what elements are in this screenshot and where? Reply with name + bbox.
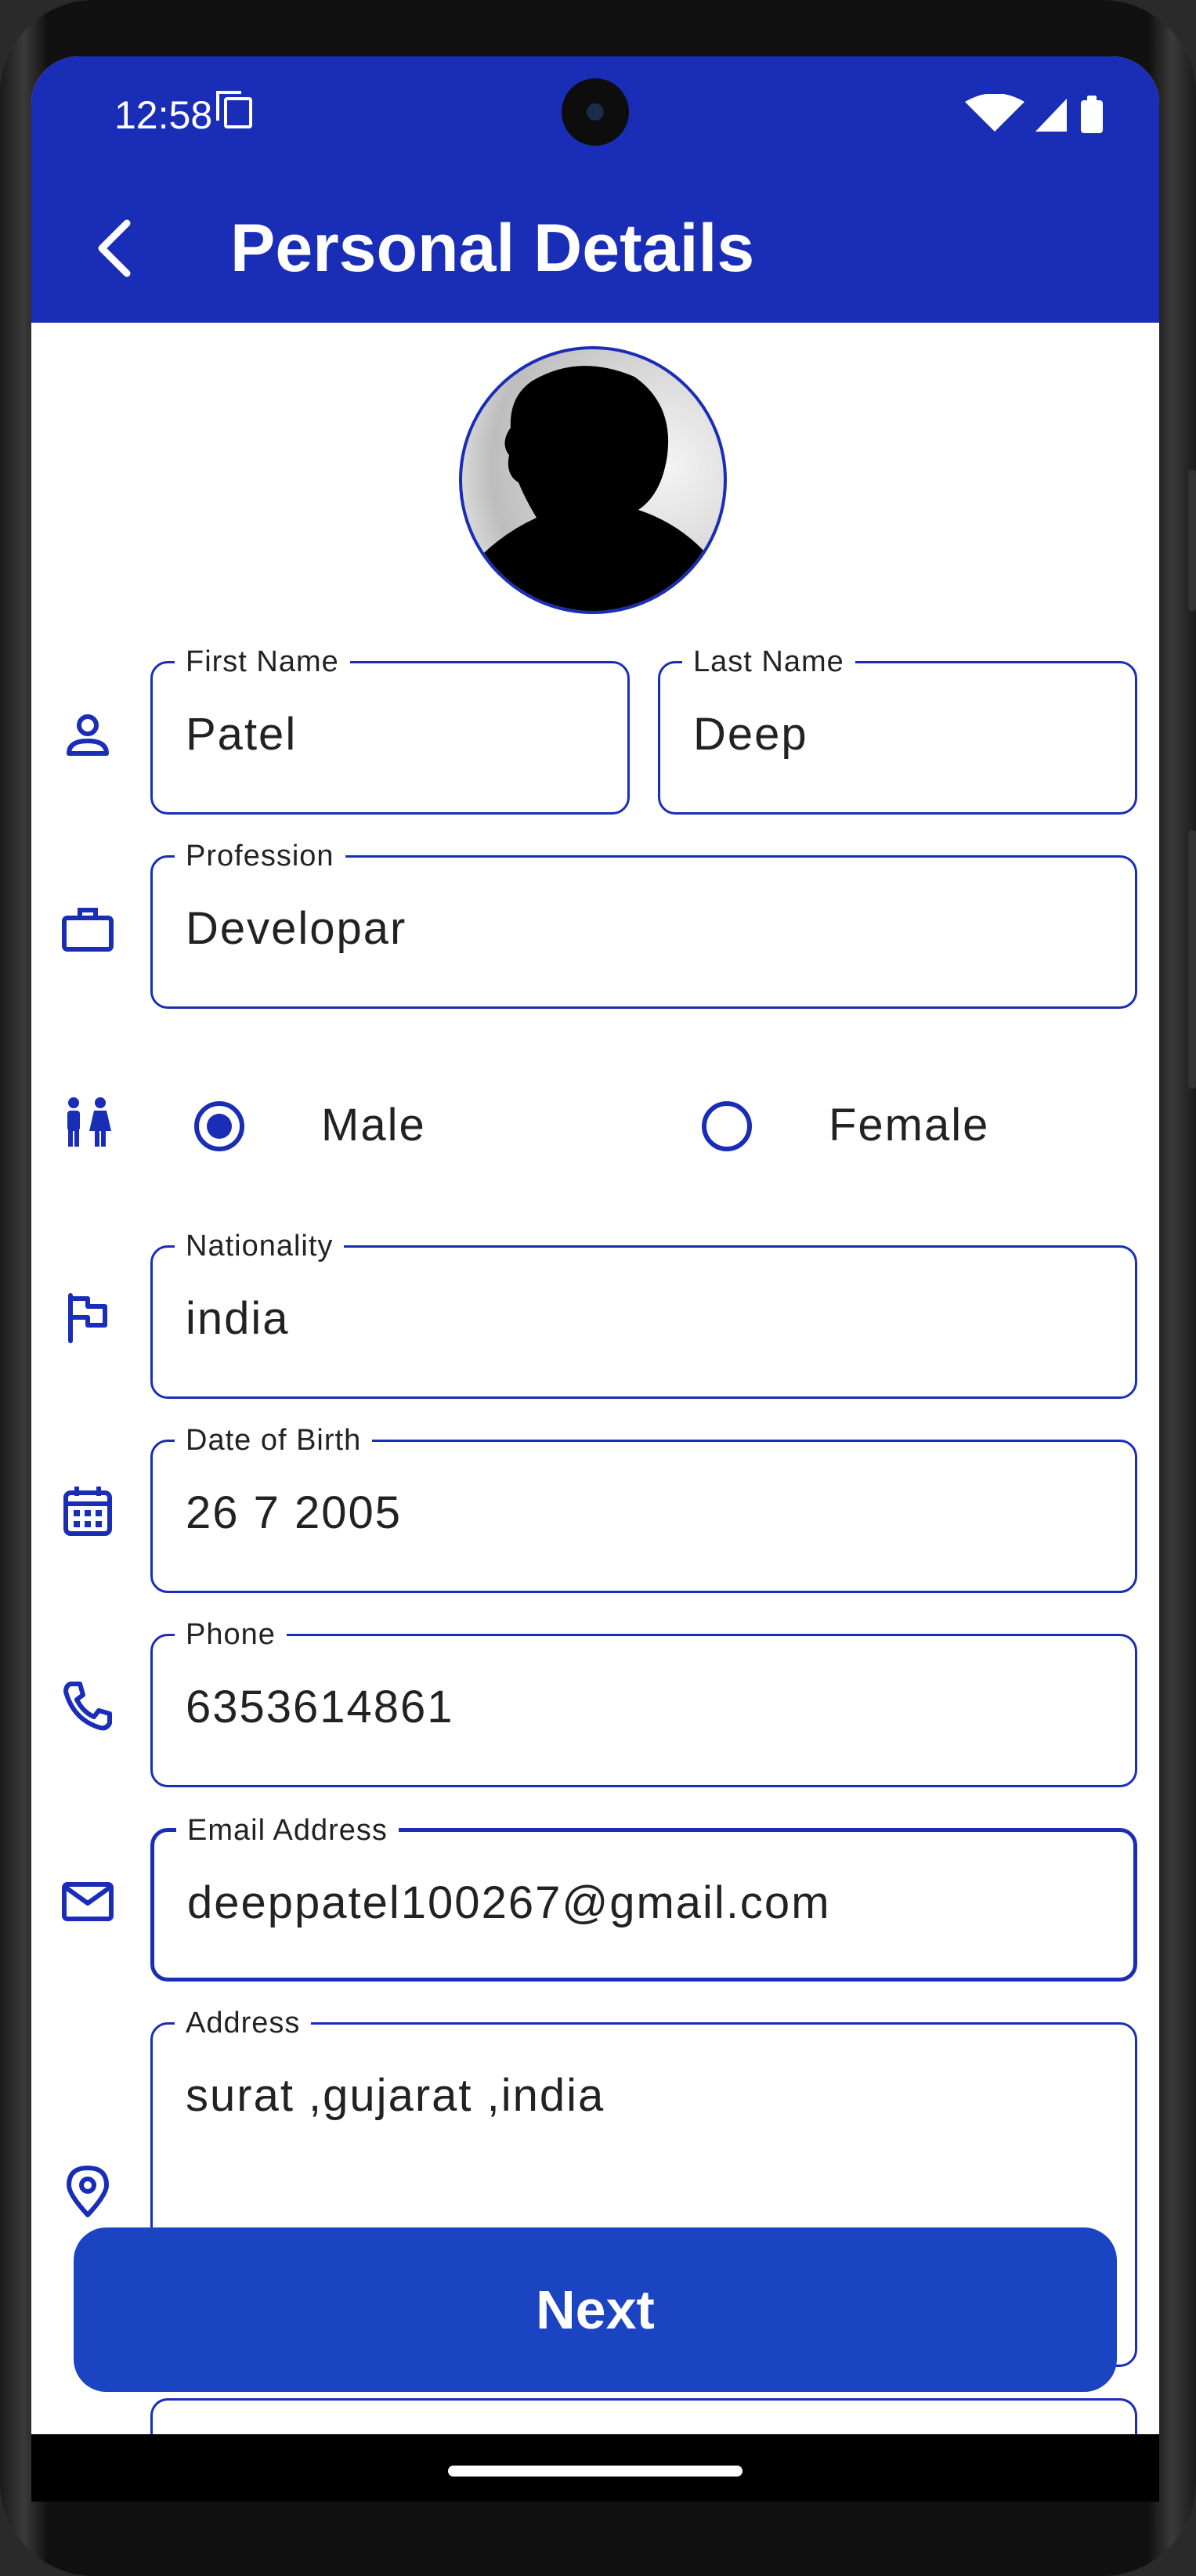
dob-label: Date of Birth — [175, 1423, 373, 1458]
dob-value: 26 7 2005 — [186, 1487, 403, 1538]
email-field[interactable]: Email Address deeppatel100267@gmail.com — [150, 1813, 1137, 1982]
profession-label: Profession — [175, 839, 345, 873]
profile-silhouette — [462, 366, 724, 611]
first-name-field[interactable]: First Name Patel — [150, 645, 630, 815]
briefcase-icon — [60, 901, 116, 957]
last-name-label: Last Name — [682, 645, 855, 679]
last-name-value: Deep — [693, 709, 808, 760]
back-button[interactable] — [78, 209, 157, 287]
phone-label: Phone — [175, 1617, 287, 1652]
next-button[interactable]: Next — [74, 2227, 1117, 2392]
person-icon — [60, 706, 116, 763]
volume-button — [1188, 470, 1196, 611]
status-icons — [963, 93, 1120, 133]
nationality-field[interactable]: Nationality india — [150, 1229, 1137, 1399]
calendar-icon — [60, 1483, 116, 1540]
address-value: surat ,gujarat ,india — [186, 2070, 605, 2121]
flag-icon — [60, 1289, 116, 1346]
dob-field[interactable]: Date of Birth 26 7 2005 — [150, 1423, 1137, 1593]
screen: 12:58 Personal Details First Name Patel … — [31, 56, 1159, 2502]
last-name-field[interactable]: Last Name Deep — [658, 645, 1137, 815]
page-title: Personal Details — [230, 211, 755, 286]
power-button — [1188, 830, 1196, 1089]
radio-selected-dot — [207, 1114, 232, 1139]
profession-field[interactable]: Profession Developar — [150, 839, 1137, 1009]
phone-frame: 12:58 Personal Details First Name Patel … — [0, 0, 1196, 2576]
screenshot-icon — [216, 91, 252, 128]
home-indicator[interactable] — [448, 2466, 743, 2477]
profession-value: Developar — [186, 903, 407, 954]
mail-icon — [60, 1873, 116, 1930]
nationality-value: india — [186, 1293, 290, 1344]
nationality-label: Nationality — [175, 1229, 345, 1263]
first-name-label: First Name — [175, 645, 350, 679]
male-radio[interactable] — [194, 1101, 244, 1151]
phone-field[interactable]: Phone 6353614861 — [150, 1617, 1137, 1787]
battery-icon — [1081, 96, 1103, 133]
wifi-icon — [965, 93, 1024, 132]
male-label[interactable]: Male — [321, 1100, 426, 1151]
signal-icon — [1035, 99, 1067, 132]
front-camera — [562, 78, 629, 146]
location-pin-icon — [60, 2163, 116, 2220]
female-label[interactable]: Female — [829, 1100, 989, 1151]
phone-value: 6353614861 — [186, 1682, 454, 1732]
phone-icon — [60, 1678, 116, 1734]
status-time: 12:58 — [114, 93, 213, 137]
address-label: Address — [175, 2006, 312, 2040]
female-radio[interactable] — [702, 1101, 752, 1151]
avatar[interactable] — [459, 346, 727, 614]
chevron-left-icon — [98, 219, 131, 277]
wc-icon — [60, 1095, 116, 1151]
email-value: deeppatel100267@gmail.com — [187, 1877, 831, 1928]
first-name-value: Patel — [186, 709, 298, 760]
email-label: Email Address — [176, 1813, 399, 1848]
app-bar: 12:58 Personal Details — [31, 56, 1159, 323]
